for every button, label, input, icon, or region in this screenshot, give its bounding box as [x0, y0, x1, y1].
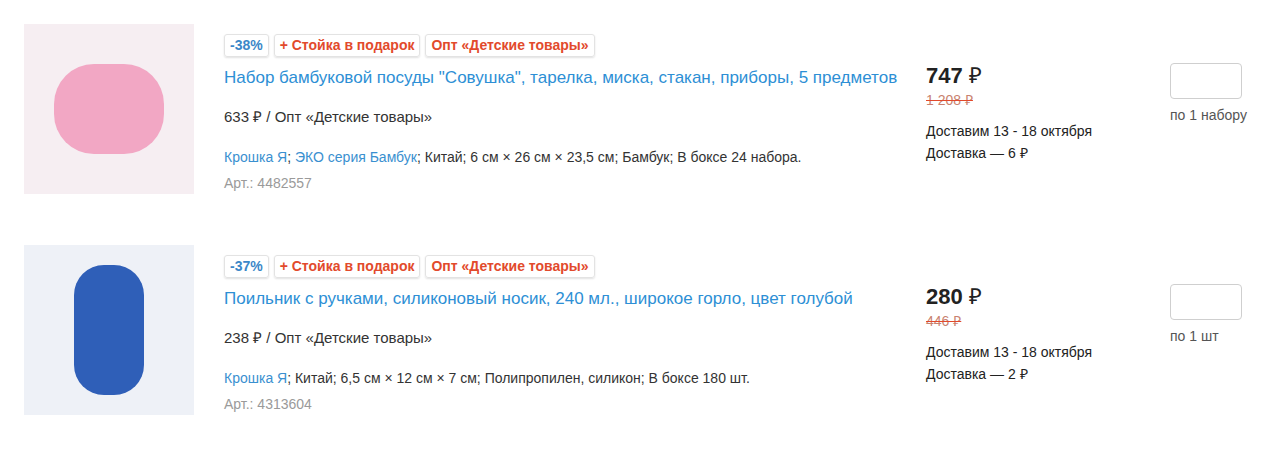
badge: -37% — [224, 255, 269, 278]
price-block: 280 ₽446 ₽ Доставим 13 - 18 октябряДостав… — [926, 245, 1166, 450]
product-row: -37%+ Стойка в подарокОпт «Детские товар… — [24, 245, 1280, 450]
product-meta: Крошка Я; Китай; 6,5 см × 12 см × 7 см; … — [224, 368, 914, 388]
product-info: -38%+ Стойка в подарокОпт «Детские товар… — [224, 24, 914, 245]
quantity-input[interactable] — [1170, 63, 1242, 99]
meta-text: ; — [287, 149, 295, 165]
badge: Опт «Детские товары» — [425, 34, 594, 57]
badge: -38% — [224, 34, 269, 57]
quantity-input[interactable] — [1170, 284, 1242, 320]
price: 747 ₽ — [926, 62, 1166, 90]
badges: -37%+ Стойка в подарокОпт «Детские товар… — [224, 255, 914, 278]
meta-link[interactable]: ЭКО серия Бамбук — [295, 149, 417, 165]
badge: + Стойка в подарок — [274, 34, 421, 57]
delivery-dates: Доставим 13 - 18 октября — [926, 120, 1166, 142]
product-meta: Крошка Я; ЭКО серия Бамбук; Китай; 6 см … — [224, 147, 914, 167]
product-image[interactable] — [24, 24, 194, 194]
delivery-cost: Доставка — 6 ₽ — [926, 142, 1166, 164]
wholesale-price: 633 ₽ / Опт «Детские товары» — [224, 107, 914, 127]
old-price: 1 208 ₽ — [926, 90, 1166, 110]
quantity-block: по 1 набору — [1170, 24, 1247, 245]
price-block: 747 ₽1 208 ₽ Доставим 13 - 18 октябряДост… — [926, 24, 1166, 245]
old-price: 446 ₽ — [926, 311, 1166, 331]
meta-text: ; Китай; 6,5 см × 12 см × 7 см; Полипроп… — [287, 370, 750, 386]
meta-link[interactable]: Крошка Я — [224, 370, 287, 386]
badges: -38%+ Стойка в подарокОпт «Детские товар… — [224, 34, 914, 57]
meta-text: ; Китай; 6 см × 26 см × 23,5 см; Бамбук;… — [417, 149, 802, 165]
badge: + Стойка в подарок — [274, 255, 421, 278]
quantity-unit: по 1 шт — [1170, 326, 1219, 346]
product-list: -38%+ Стойка в подарокОпт «Детские товар… — [0, 0, 1280, 450]
price: 280 ₽ — [926, 283, 1166, 311]
product-title[interactable]: Поильник с ручками, силиконовый носик, 2… — [224, 286, 914, 312]
article: Арт.: 4482557 — [224, 173, 914, 193]
delivery-dates: Доставим 13 - 18 октября — [926, 341, 1166, 363]
quantity-block: по 1 шт — [1170, 245, 1242, 450]
product-shape-icon — [74, 265, 144, 395]
delivery-cost: Доставка — 2 ₽ — [926, 363, 1166, 385]
wholesale-price: 238 ₽ / Опт «Детские товары» — [224, 328, 914, 348]
product-shape-icon — [54, 64, 164, 154]
product-info: -37%+ Стойка в подарокОпт «Детские товар… — [224, 245, 914, 450]
article: Арт.: 4313604 — [224, 394, 914, 414]
product-row: -38%+ Стойка в подарокОпт «Детские товар… — [24, 24, 1280, 245]
badge: Опт «Детские товары» — [425, 255, 594, 278]
product-title[interactable]: Набор бамбуковой посуды "Совушка", тарел… — [224, 65, 914, 91]
product-image[interactable] — [24, 245, 194, 415]
quantity-unit: по 1 набору — [1170, 105, 1247, 125]
meta-link[interactable]: Крошка Я — [224, 149, 287, 165]
